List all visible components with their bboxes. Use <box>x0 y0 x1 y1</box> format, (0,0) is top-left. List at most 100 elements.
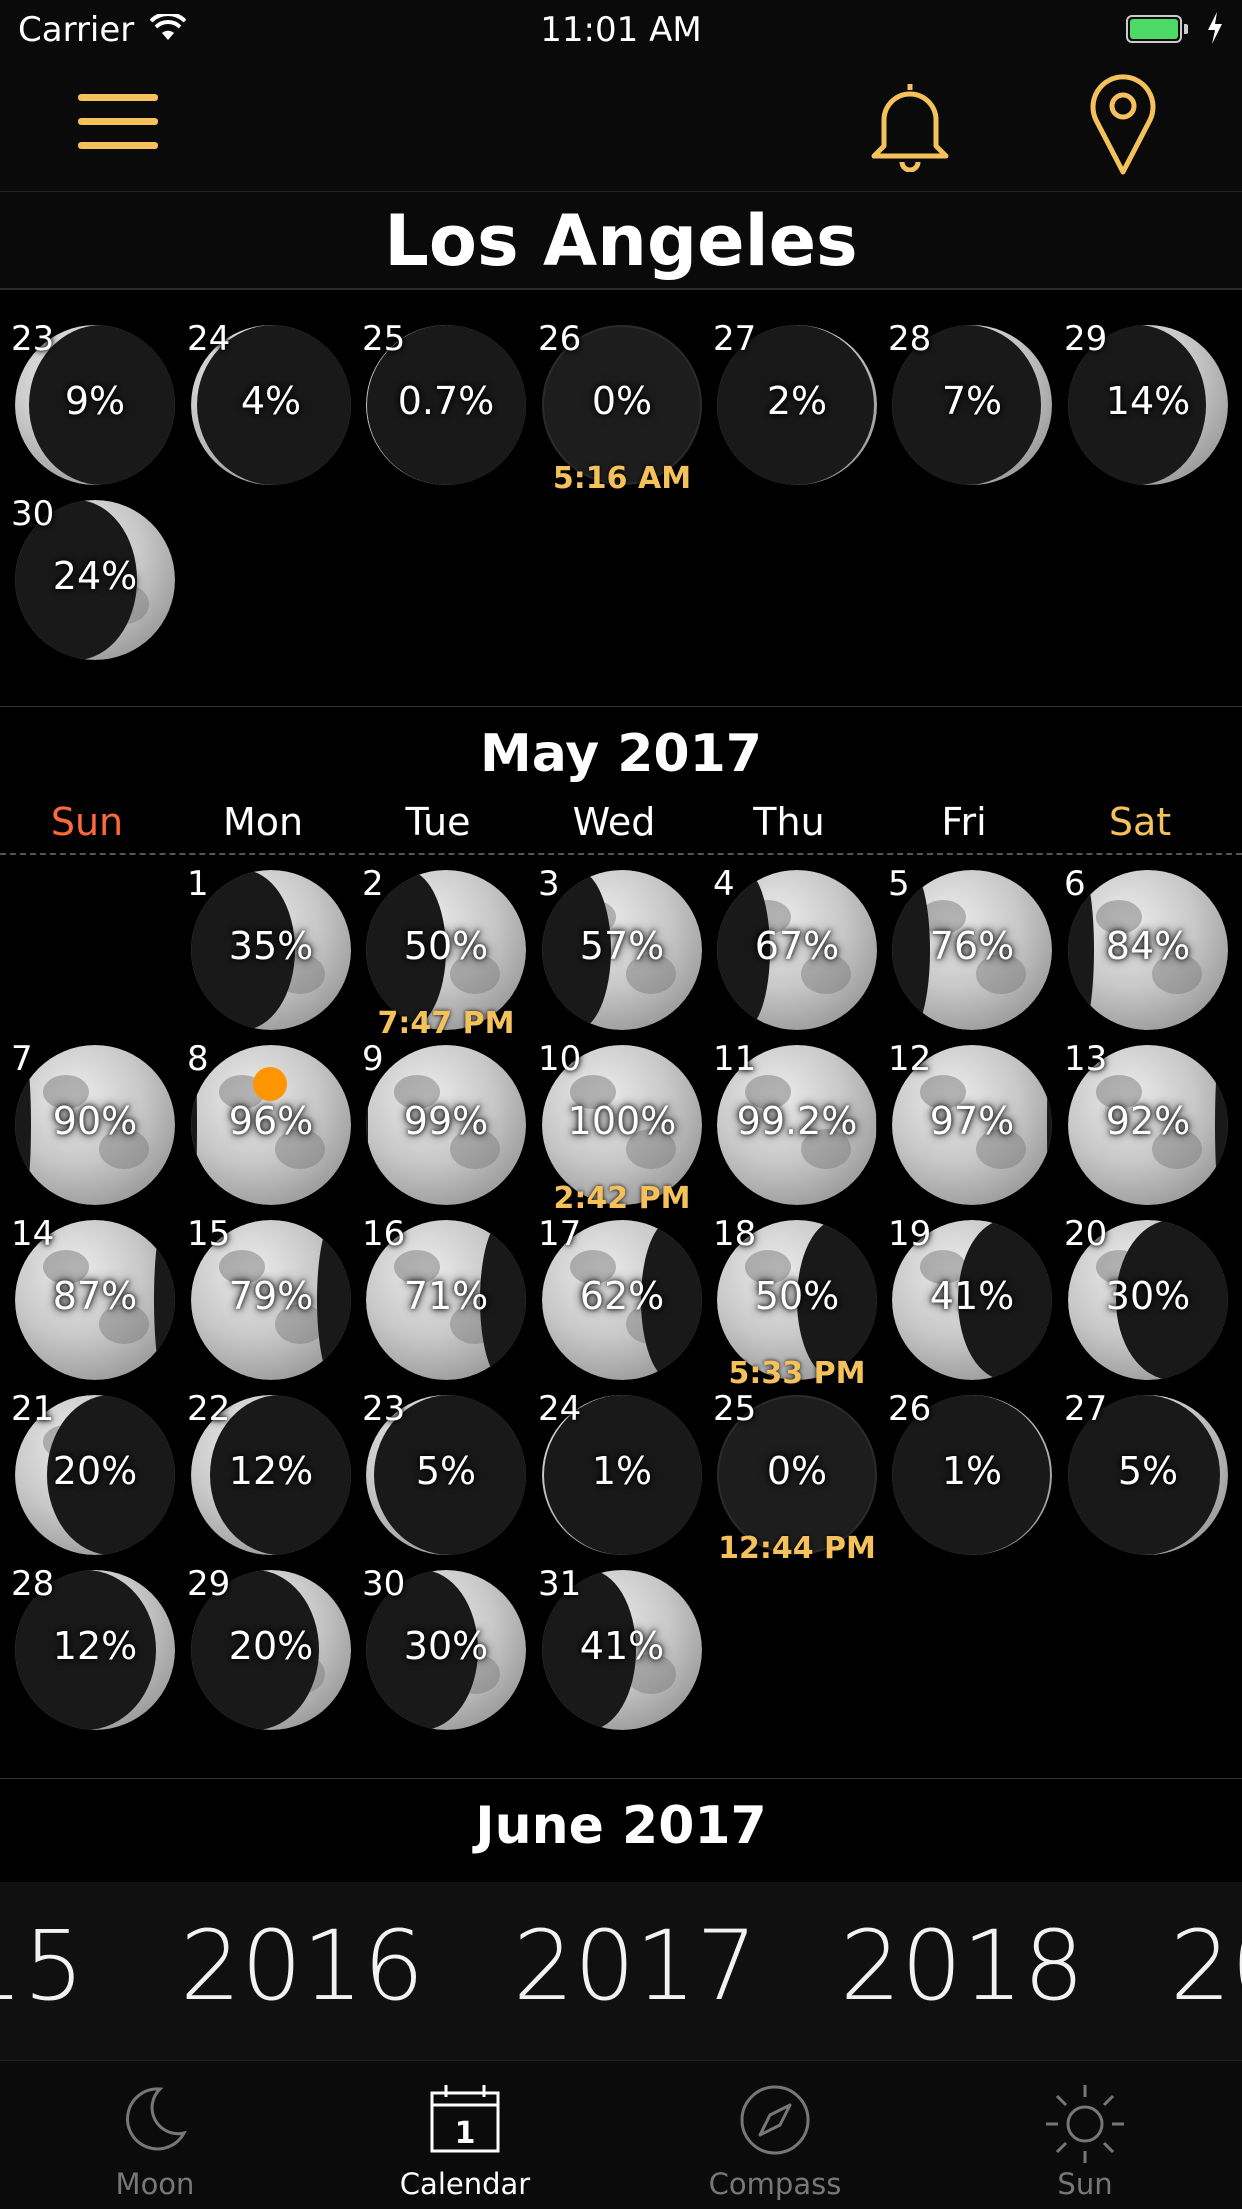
day-number: 27 <box>713 319 757 359</box>
calendar-day-cell[interactable]: 29 20% <box>187 1564 351 1730</box>
status-bar: Carrier 11:01 AM <box>0 0 1242 60</box>
today-indicator <box>253 1067 287 1101</box>
calendar-day-cell[interactable]: 5 76% <box>888 864 1052 1030</box>
calendar-day-cell[interactable]: 23 9% <box>11 319 175 485</box>
calendar-day-cell[interactable]: 7 90% <box>11 1039 175 1205</box>
day-number: 28 <box>888 319 932 359</box>
calendar-day-cell[interactable]: 20 30% <box>1064 1214 1228 1380</box>
notifications-bell-icon[interactable] <box>862 76 958 176</box>
calendar-day-cell[interactable]: 14 87% <box>11 1214 175 1380</box>
illumination-percent: 41% <box>579 1624 665 1668</box>
calendar-day-cell[interactable]: 11 99.2% <box>713 1039 877 1205</box>
day-number: 19 <box>888 1214 932 1254</box>
day-number: 9 <box>362 1039 384 1079</box>
city-title[interactable]: Los Angeles <box>0 200 1242 282</box>
calendar-day-cell[interactable]: 15 79% <box>187 1214 351 1380</box>
battery-icon <box>1126 15 1182 43</box>
day-number: 10 <box>538 1039 582 1079</box>
calendar-day-cell[interactable]: 27 2% <box>713 319 877 485</box>
calendar-day-cell[interactable]: 24 4% <box>187 319 351 485</box>
day-number: 20 <box>1064 1214 1108 1254</box>
calendar-day-cell[interactable]: 9 99% <box>362 1039 526 1205</box>
calendar-day-cell[interactable]: 28 7% <box>888 319 1052 485</box>
tab-sun[interactable]: Sun <box>930 2061 1240 2209</box>
calendar-day-cell[interactable]: 25 0% 12:44 PM <box>713 1389 877 1566</box>
calendar-day-cell[interactable]: 19 41% <box>888 1214 1052 1380</box>
day-number: 15 <box>187 1214 231 1254</box>
tab-compass-label: Compass <box>708 2167 842 2201</box>
calendar-day-cell[interactable]: 30 30% <box>362 1564 526 1730</box>
year-option[interactable]: 2018 <box>840 1910 1084 2022</box>
tab-calendar[interactable]: 1 Calendar <box>310 2061 620 2209</box>
illumination-percent: 0.7% <box>397 379 495 423</box>
month-divider <box>0 1778 1242 1779</box>
weekday-label: Tue <box>405 800 471 844</box>
day-number: 26 <box>538 319 582 359</box>
calendar-day-cell[interactable]: 21 20% <box>11 1389 175 1555</box>
tab-compass[interactable]: Compass <box>620 2061 930 2209</box>
illumination-percent: 30% <box>403 1624 489 1668</box>
menu-button[interactable] <box>78 94 158 154</box>
day-number: 30 <box>362 1564 406 1604</box>
year-picker[interactable]: 2015 2016 2017 2018 2019 <box>0 1882 1242 2060</box>
calendar-day-cell[interactable]: 27 5% <box>1064 1389 1228 1555</box>
illumination-percent: 57% <box>579 924 665 968</box>
menu-icon-bar <box>78 118 158 125</box>
calendar-day-cell[interactable]: 29 14% <box>1064 319 1228 485</box>
calendar-day-cell[interactable]: 22 12% <box>187 1389 351 1555</box>
calendar-day-cell[interactable]: 6 84% <box>1064 864 1228 1030</box>
calendar-scroll[interactable]: May 2017 Sun Mon Tue Wed Thu Fri Sat June 2017… <box>0 0 1242 2208</box>
month-title-june: June 2017 <box>475 1796 767 1856</box>
day-number: 28 <box>11 1564 55 1604</box>
calendar-day-cell[interactable]: 26 1% <box>888 1389 1052 1555</box>
calendar-day-cell[interactable]: 3 57% <box>538 864 702 1030</box>
header-separator <box>0 191 1242 192</box>
year-option[interactable]: 2016 <box>180 1910 424 2022</box>
weekday-label: Mon <box>222 800 304 844</box>
day-number: 1 <box>187 864 209 904</box>
illumination-percent: 62% <box>579 1274 665 1318</box>
day-number: 31 <box>538 1564 582 1604</box>
calendar-day-cell[interactable]: 8 96% <box>187 1039 351 1205</box>
day-number: 24 <box>538 1389 582 1429</box>
illumination-percent: 12% <box>228 1449 314 1493</box>
day-number: 17 <box>538 1214 582 1254</box>
illumination-percent: 97% <box>929 1099 1015 1143</box>
phase-event-time: 7:47 PM <box>377 1006 515 1041</box>
day-number: 6 <box>1064 864 1086 904</box>
illumination-percent: 7% <box>941 379 1003 423</box>
calendar-day-cell[interactable]: 24 1% <box>538 1389 702 1555</box>
tab-moon[interactable]: Moon <box>0 2061 310 2209</box>
location-pin-icon[interactable] <box>1086 72 1160 180</box>
calendar-day-cell[interactable]: 23 5% <box>362 1389 526 1555</box>
illumination-percent: 0% <box>591 379 653 423</box>
calendar-day-cell[interactable]: 18 50% 5:33 PM <box>713 1214 877 1391</box>
day-number: 4 <box>713 864 735 904</box>
calendar-day-cell[interactable]: 17 62% <box>538 1214 702 1380</box>
calendar-day-cell[interactable]: 1 35% <box>187 864 351 1030</box>
illumination-percent: 12% <box>52 1624 138 1668</box>
calendar-day-cell[interactable]: 28 12% <box>11 1564 175 1730</box>
calendar-day-cell[interactable]: 26 0% 5:16 AM <box>538 319 702 496</box>
year-option[interactable]: 2015 <box>0 1910 84 2022</box>
calendar-day-cell[interactable]: 2 50% 7:47 PM <box>362 864 526 1041</box>
day-number: 3 <box>538 864 560 904</box>
day-number: 8 <box>187 1039 209 1079</box>
illumination-percent: 99% <box>403 1099 489 1143</box>
year-option[interactable]: 2019 <box>1170 1910 1242 2022</box>
year-option[interactable]: 2017 <box>513 1910 757 2022</box>
menu-icon-bar <box>78 142 158 149</box>
calendar-day-cell[interactable]: 30 24% <box>11 494 175 660</box>
calendar-day-cell[interactable]: 10 100% 2:42 PM <box>538 1039 702 1216</box>
calendar-day-cell[interactable]: 12 97% <box>888 1039 1052 1205</box>
calendar-day-cell[interactable]: 13 92% <box>1064 1039 1228 1205</box>
calendar-day-cell[interactable]: 25 0.7% <box>362 319 526 485</box>
tab-bar: Moon 1 Calendar Compass Sun <box>0 2060 1242 2209</box>
calendar-day-cell[interactable]: 31 41% <box>538 1564 702 1730</box>
calendar-day-cell[interactable]: 16 71% <box>362 1214 526 1380</box>
calendar-day-cell[interactable]: 4 67% <box>713 864 877 1030</box>
day-number: 5 <box>888 864 910 904</box>
illumination-percent: 5% <box>1117 1449 1179 1493</box>
illumination-percent: 90% <box>52 1099 138 1143</box>
illumination-percent: 41% <box>929 1274 1015 1318</box>
